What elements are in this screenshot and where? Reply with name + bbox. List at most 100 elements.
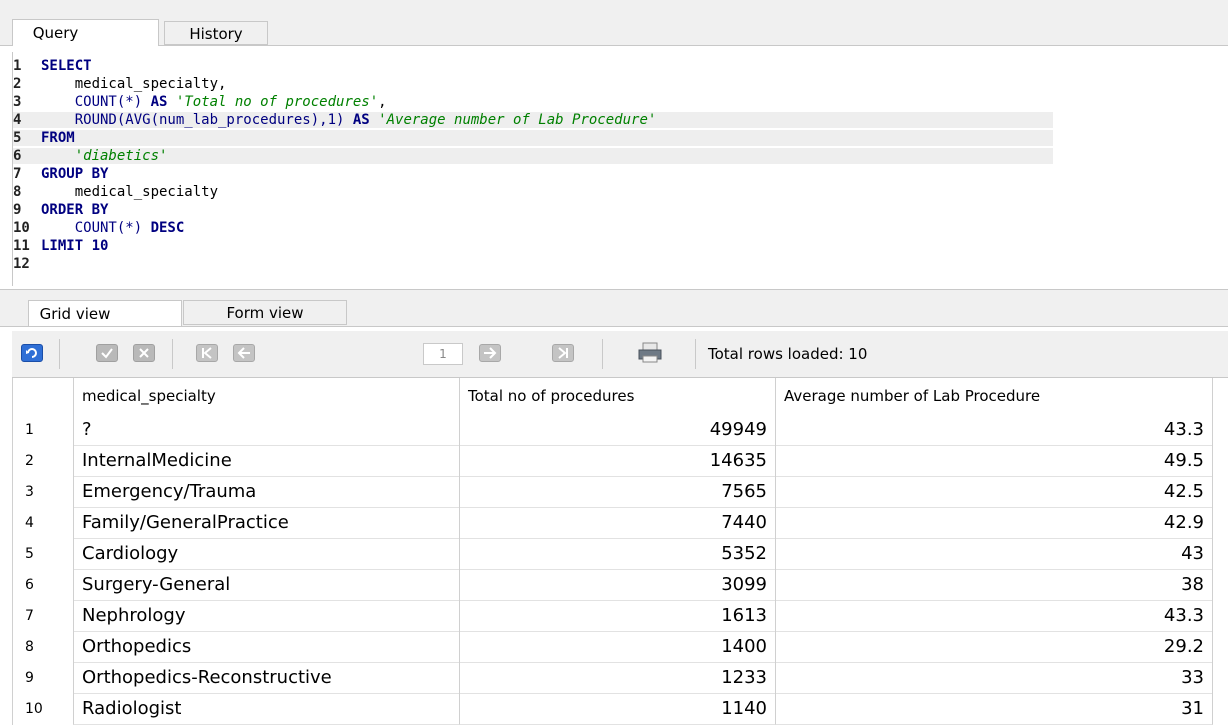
cell-medical-specialty[interactable]: Orthopedics [73, 631, 459, 663]
table-row[interactable]: 1? 49949 43.3 [13, 414, 1213, 446]
row-number: 1 [25, 422, 34, 438]
cell-average-lab-procedures[interactable]: 38 [775, 569, 1213, 601]
toolbar-separator [172, 339, 173, 369]
cell-total-procedures[interactable]: 7440 [459, 507, 775, 539]
cell-average-lab-procedures[interactable]: 31 [775, 693, 1213, 725]
cell-average-lab-procedures[interactable]: 43.3 [775, 414, 1213, 446]
code-text: SELECT [41, 58, 92, 74]
table-row[interactable]: 4 Family/GeneralPractice 7440 42.9 [13, 507, 1213, 539]
sql-keyword: GROUP BY [41, 166, 109, 182]
first-page-icon[interactable] [196, 344, 218, 362]
table-row[interactable]: 5 Cardiology 5352 43 [13, 538, 1213, 570]
row-number: 9 [25, 670, 34, 686]
column-header[interactable]: Total no of procedures [459, 378, 775, 414]
cell-total-procedures[interactable]: 49949 [459, 414, 775, 446]
sql-token: ROUND(AVG(num_lab_procedures),1) [41, 112, 353, 128]
code-text: ROUND(AVG(num_lab_procedures),1) AS 'Ave… [41, 112, 657, 128]
code-text: medical_specialty [41, 184, 218, 200]
cell-total-procedures[interactable]: 1400 [459, 631, 775, 663]
row-number: 3 [25, 484, 34, 500]
code-line[interactable]: 4 ROUND(AVG(num_lab_procedures),1) AS 'A… [13, 112, 1053, 128]
cell-medical-specialty[interactable]: Orthopedics-Reconstructive [73, 662, 459, 694]
line-number: 4 [13, 112, 22, 128]
sql-token: COUNT(*) [41, 220, 151, 236]
sql-keyword: AS [352, 112, 370, 128]
tab-grid-view[interactable]: Grid view [28, 300, 182, 326]
cell-total-procedures[interactable]: 7565 [459, 476, 775, 508]
code-text: COUNT(*) DESC [41, 220, 185, 236]
line-number: 8 [13, 184, 22, 200]
cell-average-lab-procedures[interactable]: 42.5 [775, 476, 1213, 508]
grid-toolbar: 1 Total rows loaded: 10 [12, 331, 1228, 378]
tab-query[interactable]: Query [12, 19, 159, 46]
cell-medical-specialty[interactable]: Surgery-General [73, 569, 459, 601]
table-row[interactable]: 3 Emergency/Trauma 7565 42.5 [13, 476, 1213, 508]
toolbar-separator [695, 339, 696, 369]
row-number-header [13, 378, 73, 414]
cell-medical-specialty[interactable]: Radiologist [73, 693, 459, 725]
cell-total-procedures[interactable]: 1233 [459, 662, 775, 694]
code-line[interactable]: 5 FROM [13, 130, 1053, 146]
column-header[interactable]: Average number of Lab Procedure [775, 378, 1213, 414]
sql-token: medical_specialty, [41, 76, 227, 92]
cell-medical-specialty[interactable]: ? [73, 414, 459, 446]
page-number-field[interactable]: 1 [423, 343, 463, 365]
table-row[interactable]: 7 Nephrology 1613 43.3 [13, 600, 1213, 632]
refresh-icon[interactable] [21, 344, 43, 362]
next-page-icon[interactable] [479, 344, 501, 362]
last-page-icon[interactable] [552, 344, 574, 362]
row-number: 2 [25, 453, 34, 469]
grid-header-row: medical_specialty Total no of procedures… [13, 378, 1213, 414]
print-icon[interactable] [637, 341, 663, 365]
code-text: LIMIT 10 [41, 238, 108, 254]
cell-average-lab-procedures[interactable]: 49.5 [775, 445, 1213, 477]
code-line[interactable]: 6 'diabetics' [13, 148, 1053, 164]
line-number: 2 [13, 76, 22, 92]
cell-total-procedures[interactable]: 14635 [459, 445, 775, 477]
table-row[interactable]: 10 Radiologist 1140 31 [13, 693, 1213, 725]
row-number: 6 [25, 577, 34, 593]
cell-total-procedures[interactable]: 5352 [459, 538, 775, 570]
column-header[interactable]: medical_specialty [73, 378, 459, 414]
cell-total-procedures[interactable]: 1613 [459, 600, 775, 632]
cell-medical-specialty[interactable]: Nephrology [73, 600, 459, 632]
sql-token: , [378, 94, 387, 110]
sql-string: 'Total no of procedures' [167, 94, 379, 110]
table-row[interactable]: 6 Surgery-General 3099 38 [13, 569, 1213, 601]
cell-medical-specialty[interactable]: Cardiology [73, 538, 459, 570]
commit-icon[interactable] [96, 344, 118, 362]
cell-medical-specialty[interactable]: Family/GeneralPractice [73, 507, 459, 539]
line-number: 1 [13, 58, 22, 74]
cell-average-lab-procedures[interactable]: 43 [775, 538, 1213, 570]
tab-history[interactable]: History [164, 21, 268, 45]
row-number: 5 [25, 546, 34, 562]
sql-editor[interactable]: 1 SELECT 2 medical_specialty, 3 COUNT(*) AS… [12, 52, 1228, 286]
cell-total-procedures[interactable]: 1140 [459, 693, 775, 725]
row-number: 4 [25, 515, 34, 531]
cell-average-lab-procedures[interactable]: 42.9 [775, 507, 1213, 539]
rows-loaded-status: Total rows loaded: 10 [708, 345, 868, 363]
cell-average-lab-procedures[interactable]: 29.2 [775, 631, 1213, 663]
line-number: 9 [13, 202, 22, 218]
line-number: 11 [13, 238, 30, 254]
table-row[interactable]: 8 Orthopedics 1400 29.2 [13, 631, 1213, 663]
prev-page-icon[interactable] [233, 344, 255, 362]
cell-average-lab-procedures[interactable]: 33 [775, 662, 1213, 694]
results-grid[interactable]: medical_specialty Total no of procedures… [12, 378, 1213, 725]
code-text: 'diabetics' [41, 148, 168, 164]
tab-form-view[interactable]: Form view [183, 300, 347, 325]
rollback-icon[interactable] [133, 344, 155, 362]
toolbar-separator [59, 339, 60, 369]
cell-medical-specialty[interactable]: InternalMedicine [73, 445, 459, 477]
table-row[interactable]: 9 Orthopedics-Reconstructive 1233 33 [13, 662, 1213, 694]
line-number: 5 [13, 130, 22, 146]
row-number: 7 [25, 608, 34, 624]
sql-keyword: DESC [150, 220, 185, 236]
sql-string: 'diabetics' [41, 148, 168, 164]
cell-average-lab-procedures[interactable]: 43.3 [775, 600, 1213, 632]
toolbar-separator [602, 339, 603, 369]
sql-token: COUNT(*) [41, 94, 151, 110]
cell-total-procedures[interactable]: 3099 [459, 569, 775, 601]
cell-medical-specialty[interactable]: Emergency/Trauma [73, 476, 459, 508]
table-row[interactable]: 2 InternalMedicine 14635 49.5 [13, 445, 1213, 477]
